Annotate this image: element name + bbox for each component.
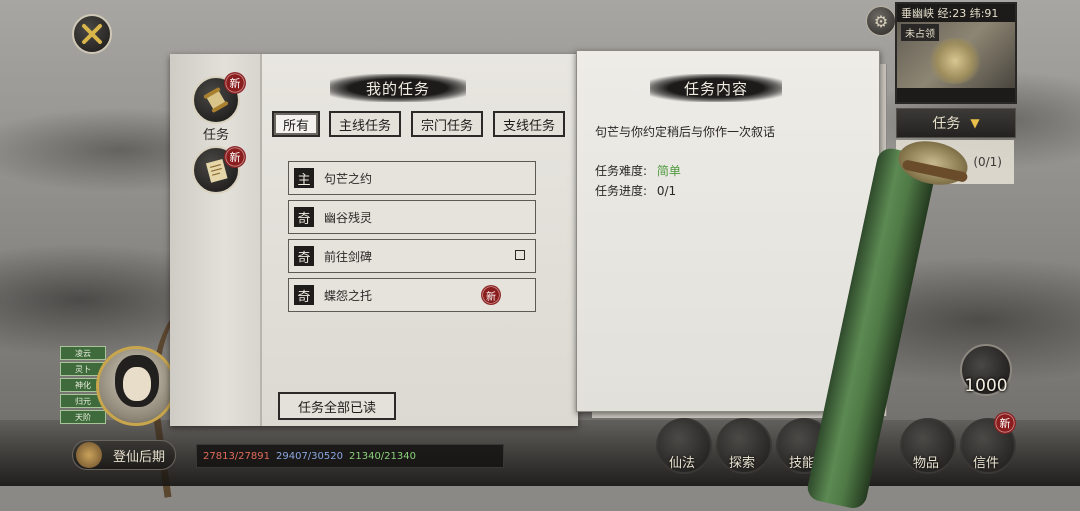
- realm-label: 登仙后期: [112, 449, 165, 465]
- task-dropdown-label: 任务: [932, 116, 961, 132]
- quest-name: 句芒之约: [324, 171, 373, 186]
- quest-row[interactable]: 主 句芒之约: [288, 161, 536, 195]
- quest-detail-title: 任务内容: [650, 74, 782, 102]
- quest-type-badge: 奇: [294, 246, 314, 266]
- close-button[interactable]: [72, 14, 112, 54]
- quest-type-badge: 奇: [294, 207, 314, 227]
- close-icon: [82, 24, 102, 44]
- character-portrait[interactable]: [96, 346, 176, 426]
- quest-row[interactable]: 奇 蝶怨之托 新: [288, 278, 536, 312]
- triangle-down-icon: ▼: [970, 116, 980, 130]
- mail-new-badge: 新: [994, 412, 1016, 434]
- explore-label: 探索: [728, 456, 755, 471]
- difficulty-row: 任务难度: 简单: [595, 162, 681, 179]
- my-quests-title: 我的任务: [330, 74, 466, 102]
- realm-icon: [76, 442, 102, 468]
- quest-description: 句芒与你约定稍后与你作一次叙话: [595, 125, 776, 139]
- settings-icon[interactable]: ⚙: [866, 6, 896, 36]
- progress-label: 任务进度:: [595, 184, 648, 198]
- filter-tab-side[interactable]: 支线任务: [493, 111, 565, 137]
- minimap-landmark: [927, 38, 983, 84]
- minimap-footer: [897, 88, 1015, 102]
- quest-name: 幽谷残灵: [324, 210, 373, 225]
- xp-value: 21340/21340: [349, 450, 416, 462]
- progress-row: 任务进度: 0/1: [595, 182, 676, 199]
- filter-tab-main[interactable]: 主线任务: [329, 111, 401, 137]
- progress-value: 0/1: [656, 184, 677, 198]
- quest-name: 前往剑碑: [324, 249, 373, 264]
- quest-type-badge: 奇: [294, 285, 314, 305]
- filter-tab-all[interactable]: 所有: [272, 111, 320, 137]
- quest-type-badge: 主: [294, 168, 314, 188]
- mp-value: 29407/30520: [276, 450, 343, 462]
- minimap[interactable]: 垂幽峡 经:23 纬:91 未占领: [895, 2, 1017, 104]
- quest-row[interactable]: 奇 前往剑碑: [288, 239, 536, 273]
- items-label: 物品: [912, 456, 939, 471]
- mark-all-read-button[interactable]: 任务全部已读: [278, 392, 396, 420]
- stats-bar: 27813/27891 29407/30520 21340/21340: [196, 444, 504, 468]
- track-checkbox[interactable]: [515, 250, 525, 260]
- difficulty-label: 任务难度:: [595, 164, 648, 178]
- buff-badge: 凌云: [60, 346, 106, 360]
- quest-row[interactable]: 奇 幽谷残灵: [288, 200, 536, 234]
- quest-new-badge: 新: [481, 285, 501, 305]
- letters-new-badge: 新: [224, 146, 246, 168]
- tab-tasks-label: 任务: [202, 128, 229, 143]
- minimap-title: 垂幽峡 经:23 纬:91: [897, 4, 1015, 22]
- hp-value: 27813/27891: [203, 450, 270, 462]
- mail-label: 信件: [972, 456, 999, 471]
- quest-name: 蝶怨之托: [324, 288, 373, 303]
- immortal-arts-label: 仙法: [668, 456, 695, 471]
- tasks-new-badge: 新: [224, 72, 246, 94]
- orb-value: 1000: [964, 376, 1008, 396]
- buff-badge: 天阶: [60, 410, 106, 424]
- minimap-location: 未占领: [901, 24, 939, 41]
- task-tracker-dropdown[interactable]: 任务 ▼: [896, 108, 1016, 138]
- difficulty-value: 简单: [656, 164, 681, 178]
- filter-tab-sect[interactable]: 宗门任务: [411, 111, 483, 137]
